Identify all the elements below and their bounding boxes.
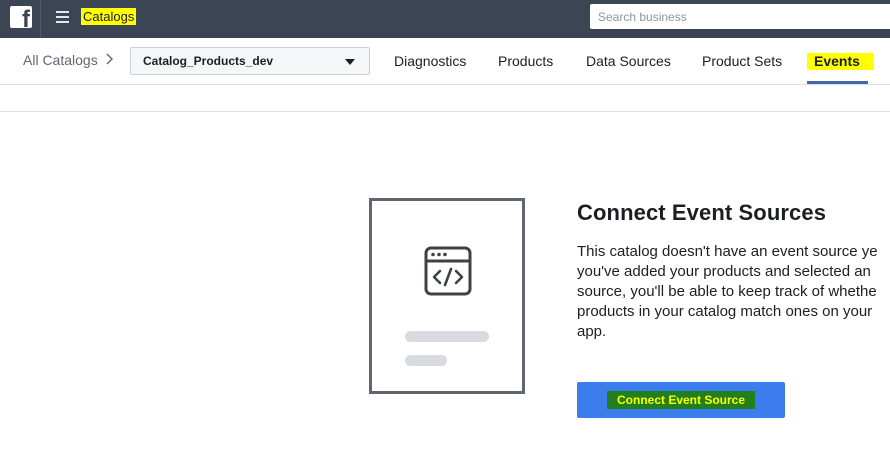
chevron-right-icon [106,53,113,65]
caret-down-icon [345,59,355,65]
topbar-divider [40,0,41,38]
connect-event-source-label: Connect Event Source [607,391,756,409]
catalog-selector-dropdown[interactable]: Catalog_Products_dev [130,47,370,75]
hamburger-menu-icon[interactable] [56,11,69,23]
section-divider [0,111,890,112]
description-line-2: you've added your products and selected … [577,263,871,280]
description-line-1: This catalog doesn't have an event sourc… [577,243,878,260]
app-title[interactable]: Catalogs [81,8,137,25]
placeholder-line-short [405,355,447,366]
connect-event-source-button[interactable]: Connect Event Source [577,382,785,418]
catalog-subnav: All Catalogs Catalog_Products_dev Diagno… [0,38,890,85]
tab-data-sources[interactable]: Data Sources [586,53,671,70]
tab-products[interactable]: Products [498,53,553,70]
top-bar: f Catalogs [0,0,890,38]
description-line-4: products in your catalog match ones on y… [577,303,873,320]
placeholder-line [405,331,489,342]
page-heading: Connect Event Sources [577,200,827,225]
tab-diagnostics[interactable]: Diagnostics [394,53,466,70]
breadcrumb-all-catalogs[interactable]: All Catalogs [23,52,98,68]
catalog-selector-value: Catalog_Products_dev [143,54,274,68]
event-source-illustration [369,198,525,394]
code-window-icon [424,246,472,296]
active-tab-indicator [807,81,868,84]
description-line-3: source, you'll be able to keep track of … [577,283,877,300]
tab-events[interactable]: Events [807,51,874,84]
tab-product-sets[interactable]: Product Sets [702,53,782,70]
description-line-5: app. [577,323,607,340]
search-business-input[interactable] [590,4,890,29]
tab-events-label: Events [807,53,874,70]
facebook-logo-icon[interactable]: f [10,6,32,28]
facebook-logo-letter: f [22,6,30,29]
